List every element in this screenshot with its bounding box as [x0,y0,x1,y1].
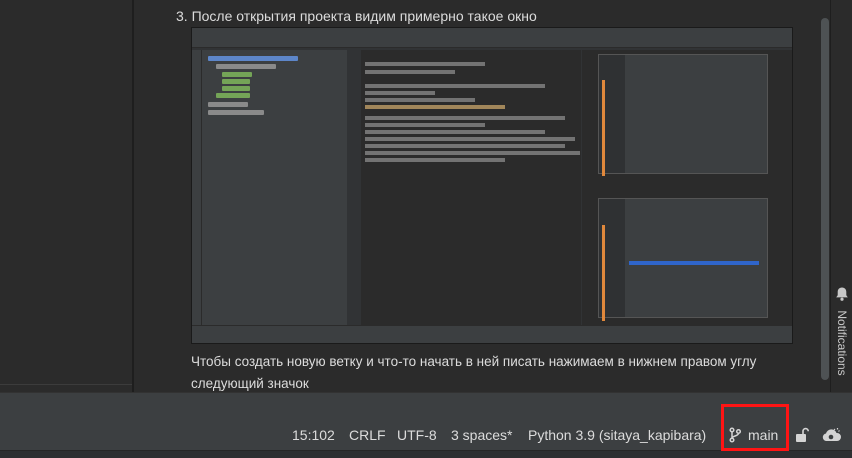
unlock-icon[interactable] [795,427,809,443]
scrollbar-thumb[interactable] [821,18,829,380]
caret-position-widget[interactable]: 15:102 [292,420,335,450]
dialog-thumbnail-1 [598,54,768,174]
inspections-icon[interactable] [820,426,842,444]
ide-code-editor [349,50,581,325]
bottom-strip [0,450,852,458]
ide-status-bar [192,325,792,343]
ide-left-strip [192,50,202,325]
indent-widget[interactable]: 3 spaces* [451,420,512,450]
vertical-scrollbar[interactable] [820,0,830,392]
bell-icon[interactable] [834,286,850,302]
ide-toolbar [192,38,792,48]
ide-preview-pane [582,50,792,325]
instruction-paragraph: Чтобы создать новую ветку и что-то начат… [191,354,757,391]
ide-menubar [192,28,792,38]
notifications-label: Notifications [835,310,849,376]
encoding-widget[interactable]: UTF-8 [397,420,437,450]
interpreter-widget[interactable]: Python 3.9 (sitaya_kapibara) [528,420,706,450]
dialog-thumbnail-2 [598,198,768,318]
branch-highlight-box [721,404,789,451]
line-separator-widget[interactable]: CRLF [349,420,386,450]
step-heading: 3. После открытия проекта видим примерно… [176,8,537,24]
embedded-ide-screenshot [191,27,793,344]
ide-project-tree [202,50,347,325]
notifications-tab[interactable]: Notifications [834,306,850,380]
right-tool-strip: Notifications [830,0,852,392]
panel-separator [0,384,132,385]
left-tool-panel [0,0,134,392]
markdown-preview: 3. После открытия проекта видим примерно… [136,0,820,392]
